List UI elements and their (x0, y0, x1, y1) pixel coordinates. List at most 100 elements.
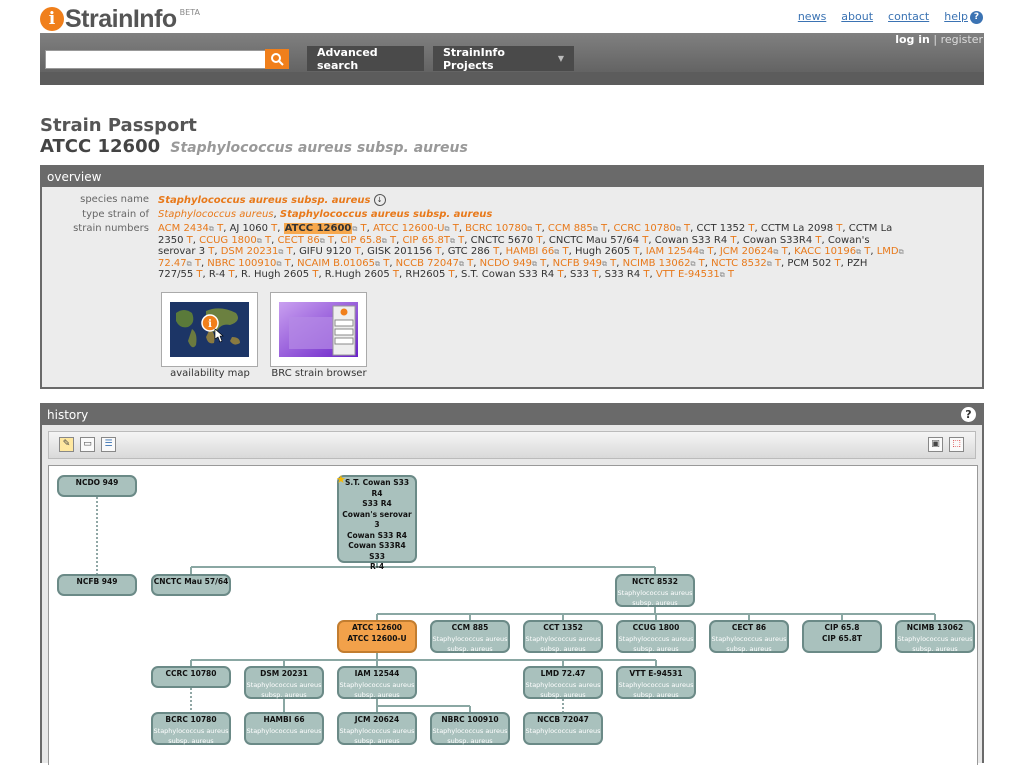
type-marker[interactable]: T (183, 235, 193, 246)
strain-number-item[interactable]: ATCC 12600 (283, 223, 353, 234)
strain-number-item[interactable]: 72.47 (158, 258, 187, 269)
history-node[interactable]: ATCC 12600 ATCC 12600-U (337, 620, 417, 653)
strain-number-item[interactable]: VTT E-94531 (656, 269, 720, 280)
edit-icon[interactable]: ✎ (59, 437, 74, 452)
type-marker[interactable]: T (681, 223, 690, 234)
help-icon[interactable]: ? (970, 10, 983, 24)
history-node[interactable]: NCIMB 13062 Staphylococcus aureus subsp. a… (895, 620, 975, 653)
type-marker[interactable]: T (432, 246, 441, 257)
type-marker[interactable]: T (607, 258, 616, 269)
strain-number-item[interactable]: HAMBI 66 (506, 246, 555, 257)
history-node[interactable]: CNCTC Mau 57/64 (151, 574, 231, 596)
nav-contact-link[interactable]: contact (888, 10, 929, 23)
strain-number-item[interactable]: ACM 2434 (158, 223, 209, 234)
history-node[interactable]: HAMBI 66 Staphylococcus aureus (244, 712, 324, 745)
nav-about-link[interactable]: about (841, 10, 873, 23)
type-marker[interactable]: T (532, 223, 541, 234)
history-node[interactable]: CECT 86 Staphylococcus aureus subsp. aureu… (709, 620, 789, 653)
history-node[interactable]: DSM 20231 Staphylococcus aureus subsp. aur… (244, 666, 324, 699)
strain-number-item[interactable]: LMD (877, 246, 899, 257)
strain-number-item[interactable]: CCRC 10780 (613, 223, 675, 234)
strain-number-item[interactable]: BCRC 10780 (465, 223, 527, 234)
availability-map-caption[interactable]: availability map (155, 368, 265, 379)
type-marker[interactable]: T (630, 246, 639, 257)
type-marker[interactable]: T (554, 269, 563, 280)
strain-number-item[interactable]: NCFB 949 (553, 258, 602, 269)
type-marker[interactable]: T (704, 246, 713, 257)
type-marker[interactable]: T (533, 235, 542, 246)
type-marker[interactable]: T (464, 258, 473, 269)
external-link-icon[interactable]: ⧉ (899, 248, 904, 256)
type-marker[interactable]: T (357, 223, 367, 234)
history-node[interactable]: NCFB 949 (57, 574, 137, 596)
login-link[interactable]: log in (895, 33, 930, 46)
strain-number-item[interactable]: CECT 86 (277, 235, 319, 246)
brc-strain-browser-thumbnail[interactable] (270, 292, 367, 367)
type-strain-link[interactable]: Staphylococcus aureus (158, 209, 274, 220)
type-marker[interactable]: T (281, 258, 291, 269)
history-node[interactable]: CCUG 1800 Staphylococcus aureus subsp. aur… (616, 620, 696, 653)
type-marker[interactable]: T (598, 223, 607, 234)
nav-news-link[interactable]: news (798, 10, 826, 23)
history-node[interactable]: BCRC 10780 Staphylococcus aureus subsp. au… (151, 712, 231, 745)
type-marker[interactable]: T (455, 235, 464, 246)
history-node[interactable]: CIP 65.8 CIP 65.8T (802, 620, 882, 653)
type-marker[interactable]: T (390, 269, 399, 280)
history-node[interactable]: CCT 1352 Staphylococcus aureus subsp. aure… (523, 620, 603, 653)
history-node[interactable]: NCDO 949 (57, 475, 137, 497)
type-marker[interactable]: T (639, 235, 648, 246)
type-marker[interactable]: T (325, 235, 334, 246)
history-node[interactable]: NBRC 100910 Staphylococcus aureus subsp. a… (430, 712, 510, 745)
type-marker[interactable]: T (745, 223, 754, 234)
search-input[interactable] (45, 50, 267, 69)
strain-number-item[interactable]: NCDO 949 (480, 258, 532, 269)
type-marker[interactable]: T (262, 235, 271, 246)
type-marker[interactable]: T (380, 258, 389, 269)
type-marker[interactable]: T (205, 246, 214, 257)
type-marker[interactable]: T (559, 246, 568, 257)
export-image-icon[interactable]: ▣ (928, 437, 943, 452)
expand-down-icon[interactable]: ↓ (373, 194, 386, 206)
type-marker[interactable]: T (283, 246, 293, 257)
strain-number-item[interactable]: CCM 885 (548, 223, 593, 234)
type-marker[interactable]: T (589, 269, 598, 280)
brc-strain-browser-caption[interactable]: BRC strain browser (264, 368, 374, 379)
availability-map-thumbnail[interactable]: i (161, 292, 258, 367)
type-marker[interactable]: T (727, 235, 736, 246)
strain-number-item[interactable]: NCTC 8532 (711, 258, 767, 269)
history-node[interactable]: LMD 72.47 Staphylococcus aureus subsp. aur… (523, 666, 603, 699)
strain-number-item[interactable]: DSM 20231 (221, 246, 279, 257)
type-marker[interactable]: T (537, 258, 546, 269)
history-node[interactable]: VTT E-94531 Staphylococcus aureus subsp. a… (616, 666, 696, 699)
type-marker[interactable]: T (772, 258, 781, 269)
type-marker[interactable]: T (812, 235, 821, 246)
strain-number-item[interactable]: CIP 65.8T (402, 235, 450, 246)
type-marker[interactable]: T (387, 235, 396, 246)
history-tree-canvas[interactable]: NCDO 949 ★ S.T. Cowan S33 R4 S33 R4 Cowan's … (48, 465, 978, 765)
strain-number-item[interactable]: CIP 65.8 (340, 235, 381, 246)
history-node[interactable]: ★ S.T. Cowan S33 R4 S33 R4 Cowan's serovar … (336, 474, 417, 571)
type-marker[interactable]: T (833, 223, 842, 234)
strain-number-item[interactable]: KACC 10196 (794, 246, 856, 257)
species-link[interactable]: Staphylococcus aureus subsp. aureus (158, 195, 370, 206)
history-node[interactable]: NCTC 8532 Staphylococcus aureus subsp. aur… (615, 574, 695, 607)
strain-number-item[interactable]: NBRC 100910 (207, 258, 276, 269)
type-marker[interactable]: T (490, 246, 499, 257)
nav-help-link[interactable]: help (944, 10, 968, 23)
type-marker[interactable]: T (778, 246, 788, 257)
strain-number-item[interactable]: NCCB 72047 (396, 258, 459, 269)
history-node[interactable]: CCRC 10780 (151, 666, 231, 688)
type-marker[interactable]: T (695, 258, 705, 269)
type-marker[interactable]: T (831, 258, 840, 269)
type-marker[interactable]: T (351, 246, 361, 257)
history-help-icon[interactable]: ? (961, 407, 976, 422)
history-node[interactable]: IAM 12544 Staphylococcus aureus subsp. aur… (337, 666, 417, 699)
type-marker[interactable]: T (861, 246, 870, 257)
register-link[interactable]: register (941, 33, 983, 46)
type-marker[interactable]: T (193, 269, 202, 280)
strain-number-item[interactable]: NCAIM B.01065 (297, 258, 375, 269)
pdf-export-icon[interactable]: ⬚ (949, 437, 964, 452)
history-node[interactable]: CCM 885 Staphylococcus aureus subsp. aureu… (430, 620, 510, 653)
type-marker[interactable]: T (192, 258, 201, 269)
window-icon[interactable]: ▭ (80, 437, 95, 452)
